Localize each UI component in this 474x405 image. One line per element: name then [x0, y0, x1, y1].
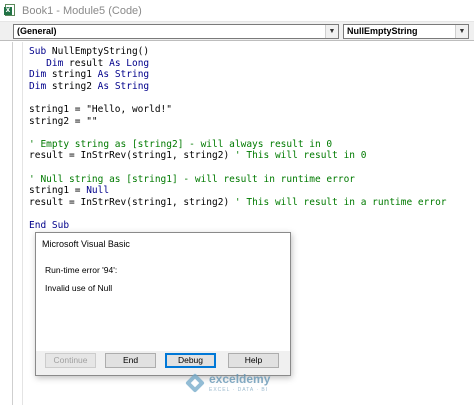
code-keyword: As Long [109, 57, 150, 69]
code-line[interactable]: Dim string2 As String [29, 81, 149, 92]
code-keyword: As String [97, 80, 150, 92]
procedure-dropdown-value: NullEmptyString [347, 26, 418, 36]
runtime-error-dialog: Microsoft Visual Basic Run-time error '9… [35, 232, 291, 376]
code-line[interactable]: Sub NullEmptyString() [29, 46, 149, 57]
code-token: NullEmptyString() [51, 46, 150, 57]
excel-icon: X [4, 4, 17, 17]
procedure-dropdown[interactable]: NullEmptyString ▼ [343, 24, 469, 39]
code-keyword: Dim [29, 57, 70, 69]
code-keyword: As String [97, 69, 150, 81]
code-line[interactable]: End Sub [29, 220, 69, 231]
window-title: Book1 - Module5 (Code) [22, 4, 142, 17]
code-line[interactable]: result = InStrRev(string1, string2) ' Th… [29, 197, 447, 208]
watermark-tagline: EXCEL · DATA · BI [209, 387, 269, 393]
code-token: string1 = "Hello, world!" [29, 104, 172, 115]
code-comment: ' Empty string as [string2] - will alway… [29, 138, 333, 150]
code-token: string1 = [29, 185, 87, 197]
code-line[interactable]: Dim string1 As String [29, 69, 149, 80]
watermark-name: exceldemy [209, 372, 271, 386]
code-keyword: Dim [29, 69, 52, 81]
code-keyword: Sub [29, 46, 52, 57]
code-line[interactable]: string2 = "" [29, 116, 98, 127]
exceldemy-watermark: exceldemy EXCEL · DATA · BI [185, 372, 271, 393]
object-dropdown[interactable]: (General) ▼ [13, 24, 339, 39]
object-dropdown-value: (General) [17, 26, 57, 36]
code-comment: ' Null string as [string1] - will result… [29, 173, 356, 185]
code-token: result = InStrRev(string1, string2) [29, 196, 235, 208]
code-token: result = InStrRev(string1, string2) [29, 150, 235, 162]
code-keyword: End Sub [29, 220, 70, 231]
chevron-down-icon[interactable]: ▼ [325, 25, 338, 38]
code-token: string2 [51, 80, 98, 92]
code-line[interactable]: string1 = "Hello, world!" [29, 104, 172, 115]
dialog-title: Microsoft Visual Basic [36, 233, 290, 255]
code-token: string1 [51, 69, 98, 81]
title-bar: X Book1 - Module5 (Code) [0, 0, 474, 22]
code-line[interactable]: result = InStrRev(string1, string2) ' Th… [29, 150, 366, 161]
help-button[interactable]: Help [228, 353, 279, 368]
code-token: string2 = "" [29, 115, 98, 127]
debug-button[interactable]: Debug [165, 353, 216, 368]
exceldemy-logo-icon [185, 372, 205, 393]
code-line[interactable]: string1 = Null [29, 185, 109, 196]
code-comment: ' This will result in 0 [234, 150, 367, 162]
code-token: result [69, 57, 110, 69]
code-line[interactable]: ' Empty string as [string2] - will alway… [29, 139, 332, 150]
error-code-text: Run-time error '94': [45, 265, 118, 275]
code-keyword: Dim [29, 80, 52, 92]
code-line[interactable]: Dim result As Long [29, 58, 149, 69]
code-comment: ' This will result in a runtime error [234, 196, 447, 208]
end-button[interactable]: End [105, 353, 156, 368]
continue-button[interactable]: Continue [45, 353, 96, 368]
code-margin-divider [22, 42, 23, 405]
code-window-combo-bar: (General) ▼ NullEmptyString ▼ [0, 22, 474, 41]
margin-indicator-bar[interactable] [12, 42, 13, 405]
code-line[interactable]: ' Null string as [string1] - will result… [29, 174, 355, 185]
chevron-down-icon[interactable]: ▼ [455, 25, 468, 38]
code-keyword: Null [86, 185, 110, 197]
error-description-text: Invalid use of Null [45, 283, 113, 293]
